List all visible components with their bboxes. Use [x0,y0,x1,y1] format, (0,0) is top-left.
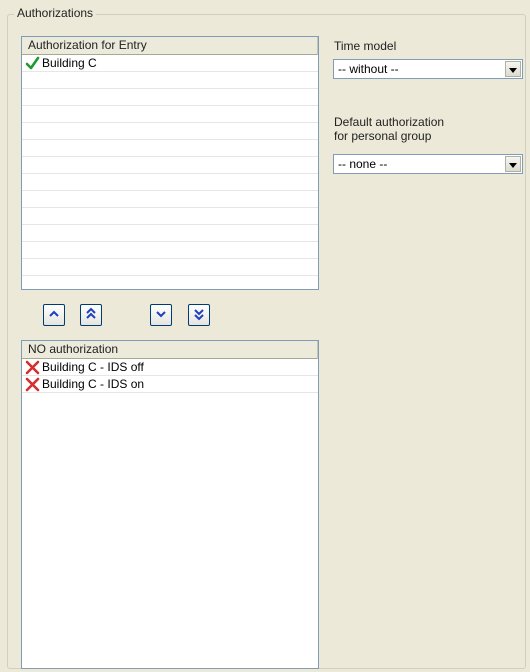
chevron-down-icon [509,62,517,76]
authorized-listview[interactable]: Authorization for Entry Building C [21,36,319,290]
unauthorized-listview[interactable]: NO authorization Building C - IDS off Bu… [21,340,319,669]
empty-row [22,140,318,157]
empty-row [22,123,318,140]
dropdown-button[interactable] [505,61,521,77]
empty-row [22,72,318,89]
empty-row [22,89,318,106]
empty-row [22,157,318,174]
empty-row [22,106,318,123]
chevron-up-icon [48,308,60,323]
group-title: Authorizations [14,6,97,20]
list-item[interactable]: Building C - IDS on [22,376,318,393]
empty-row [22,208,318,225]
move-down-button[interactable] [150,304,172,326]
empty-row [22,242,318,259]
checkmark-icon [25,56,40,71]
time-model-value: -- without -- [338,62,399,76]
chevron-down-icon [155,308,167,323]
chevron-down-icon [509,157,517,171]
x-mark-icon [25,360,40,375]
default-authorization-select[interactable]: -- none -- [333,154,523,174]
list-item-label: Building C - IDS off [42,359,144,374]
authorized-column-header[interactable]: Authorization for Entry [22,37,318,55]
default-authorization-label: Default authorization for personal group [334,115,444,143]
default-authorization-value: -- none -- [338,157,388,171]
list-item[interactable]: Building C - IDS off [22,359,318,376]
empty-row [22,225,318,242]
list-item-label: Building C - IDS on [42,376,145,391]
empty-row [22,191,318,208]
double-chevron-down-icon [193,307,205,324]
time-model-select[interactable]: -- without -- [333,59,523,79]
time-model-label: Time model [334,39,397,53]
empty-row [22,174,318,191]
unauthorized-column-header[interactable]: NO authorization [22,341,318,359]
move-all-up-button[interactable] [80,304,102,326]
list-item-label: Building C [42,55,97,70]
double-chevron-up-icon [85,307,97,324]
list-item[interactable]: Building C [22,55,318,72]
default-authorization-label-line2: for personal group [334,129,432,143]
default-authorization-label-line1: Default authorization [334,115,445,129]
move-up-button[interactable] [43,304,65,326]
move-all-down-button[interactable] [188,304,210,326]
x-mark-icon [25,377,40,392]
empty-row [22,259,318,276]
dropdown-button[interactable] [505,156,521,172]
